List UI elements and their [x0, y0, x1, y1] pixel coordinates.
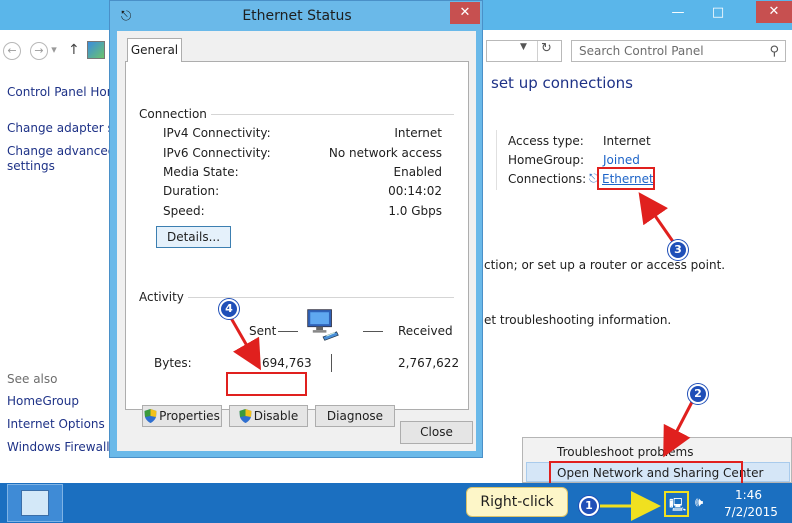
step-3-badge: 3 [668, 240, 688, 260]
step-1-badge: 1 [579, 496, 599, 516]
step-2-badge: 2 [688, 384, 708, 404]
step-4-badge: 4 [219, 299, 239, 319]
tab-general[interactable]: General [127, 38, 182, 62]
annotation-arrows [229, 192, 694, 521]
arrow-step-4 [229, 317, 261, 371]
arrow-step-2 [663, 401, 694, 458]
arrow-step-3 [638, 192, 676, 244]
